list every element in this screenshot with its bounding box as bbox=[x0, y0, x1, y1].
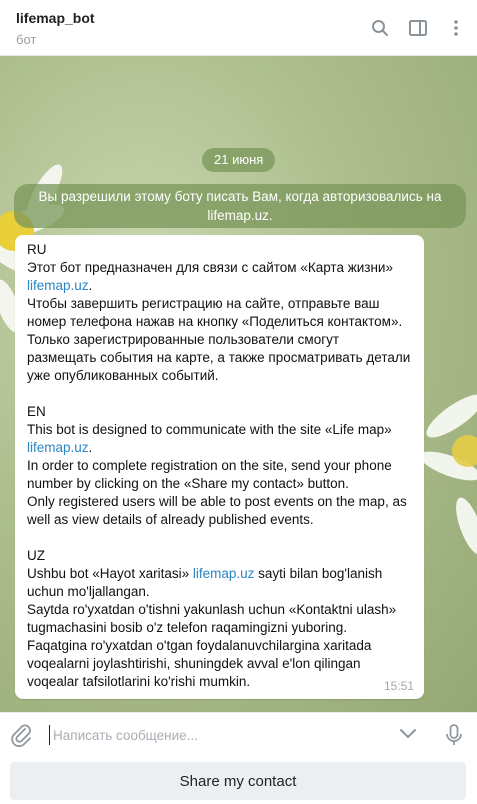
paperclip-icon[interactable] bbox=[10, 723, 32, 752]
message-composer bbox=[0, 712, 477, 756]
message-ru-title: RU bbox=[27, 242, 47, 257]
microphone-icon[interactable] bbox=[444, 723, 464, 752]
message-uz-line2: Saytda ro'yxatdan o'tishni yakunlash uch… bbox=[27, 602, 397, 635]
message-uz-title: UZ bbox=[27, 548, 45, 563]
service-message: Вы разрешили этому боту писать Вам, когд… bbox=[14, 184, 466, 228]
date-separator: 21 июня bbox=[202, 148, 276, 172]
lifemap-link[interactable]: lifemap.uz bbox=[27, 278, 89, 293]
message-en-line1: This bot is designed to communicate with… bbox=[27, 422, 392, 455]
chat-title[interactable]: lifemap_bot bbox=[16, 10, 95, 26]
message-en-line2: In order to complete registration on the… bbox=[27, 458, 392, 491]
message-en-line3: Only registered users will be able to po… bbox=[27, 494, 407, 527]
chat-subtitle: бот bbox=[16, 32, 37, 47]
chat-header: lifemap_bot бот bbox=[0, 0, 477, 56]
more-vertical-icon[interactable] bbox=[446, 18, 466, 38]
message-uz-line3: Faqatgina ro'yxatdan o'tgan foydalanuvch… bbox=[27, 638, 372, 689]
bot-keyboard: Share my contact bbox=[0, 756, 477, 804]
chevron-down-icon[interactable] bbox=[398, 725, 418, 748]
lifemap-link[interactable]: lifemap.uz bbox=[27, 440, 89, 455]
share-contact-button[interactable]: Share my contact bbox=[10, 762, 466, 800]
message-ru-line2: Чтобы завершить регистрацию на сайте, от… bbox=[27, 296, 403, 329]
text-cursor bbox=[49, 725, 50, 745]
message-time: 15:51 bbox=[383, 679, 414, 693]
message-ru-line1: Этот бот предназначен для связи с сайтом… bbox=[27, 260, 393, 293]
lifemap-link[interactable]: lifemap.uz bbox=[193, 566, 255, 581]
message-ru-line3: Только зарегистрированные пользователи с… bbox=[27, 332, 411, 383]
sidebar-icon[interactable] bbox=[408, 18, 428, 38]
chat-area[interactable]: 21 июня Вы разрешили этому боту писать В… bbox=[0, 56, 477, 712]
message-input[interactable] bbox=[53, 723, 383, 747]
message-bubble[interactable]: RU Этот бот предназначен для связи с сай… bbox=[15, 235, 424, 699]
message-uz-line1: Ushbu bot «Hayot xaritasi» lifemap.uz sa… bbox=[27, 566, 383, 599]
message-en-title: EN bbox=[27, 404, 46, 419]
search-icon[interactable] bbox=[370, 18, 390, 38]
